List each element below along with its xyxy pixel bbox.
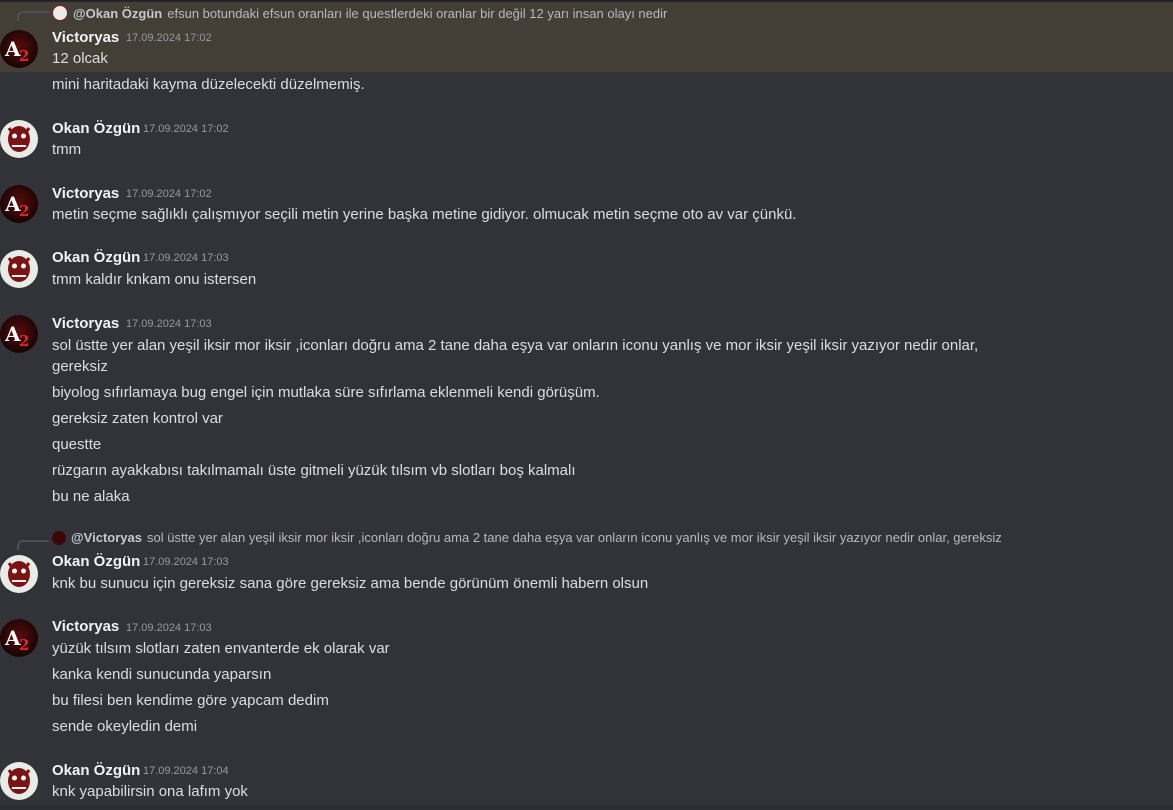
username[interactable]: Okan Özgün [52, 762, 140, 779]
message-line: tmm [52, 141, 82, 158]
a2-logo-avatar-icon[interactable]: A2 [0, 315, 38, 353]
username[interactable]: Victoryas [52, 618, 119, 635]
message-line: bu ne alaka [52, 488, 130, 505]
reply-text: sol üstte yer alan yeşil iksir mor iksir… [146, 530, 1002, 545]
message-line: biyolog sıfırlamaya bug engel için mutla… [52, 384, 600, 401]
message-line: sende okeyledin demi [52, 718, 198, 735]
a2-logo-avatar-icon[interactable]: A2 [0, 619, 38, 657]
svg-text:2: 2 [19, 636, 29, 654]
message-line: gereksiz zaten kontrol var [52, 410, 223, 427]
reply-preview[interactable]: @Victoryas sol üstte yer alan yeşil iksi… [52, 530, 1002, 545]
message-line: yüzük tılsım slotları zaten envanterde e… [52, 640, 390, 657]
message-line: gereksiz [52, 358, 108, 375]
timestamp: 17.09.2024 17:02 [126, 32, 212, 44]
reply-spine [17, 540, 49, 550]
reply-mention[interactable]: @Okan Özgün [73, 6, 162, 21]
okan-reply-avatar-icon [52, 5, 68, 21]
message-line: tmm kaldır knkam onu istersen [52, 271, 257, 288]
reply-preview[interactable]: @Okan Özgün efsun botundaki efsun oranla… [52, 5, 667, 21]
timestamp: 17.09.2024 17:02 [143, 123, 229, 135]
timestamp: 17.09.2024 17:04 [143, 765, 229, 777]
a2-logo-avatar-icon[interactable]: A2 [0, 30, 38, 68]
message-line: 12 olcak [52, 50, 108, 67]
message-line: mini haritadaki kayma düzelecekti düzelm… [52, 76, 365, 93]
timestamp: 17.09.2024 17:02 [126, 188, 212, 200]
svg-text:2: 2 [19, 202, 29, 220]
bottom-edge [0, 805, 1173, 810]
message-line: kanka kendi sunucunda yaparsın [52, 666, 272, 683]
message-line: rüzgarın ayakkabısı takılmamalı üste git… [52, 462, 576, 479]
message-line: metin seçme sağlıklı çalışmıyor seçili m… [52, 206, 797, 223]
message-line: questte [52, 436, 102, 453]
timestamp: 17.09.2024 17:03 [126, 622, 212, 634]
demon-mask-avatar-icon[interactable] [0, 555, 38, 593]
message-line: knk yapabilirsin ona lafım yok [52, 783, 248, 800]
username[interactable]: Victoryas [52, 29, 119, 46]
username[interactable]: Okan Özgün [52, 120, 140, 137]
demon-mask-avatar-icon[interactable] [0, 250, 38, 288]
victoryas-reply-avatar-icon [52, 530, 66, 545]
demon-mask-avatar-icon[interactable] [0, 762, 38, 800]
svg-text:2: 2 [19, 332, 29, 350]
message-line: bu filesi ben kendime göre yapcam dedim [52, 692, 329, 709]
username[interactable]: Victoryas [52, 315, 119, 332]
message-line: sol üstte yer alan yeşil iksir mor iksir… [52, 337, 979, 354]
username[interactable]: Victoryas [52, 185, 119, 202]
timestamp: 17.09.2024 17:03 [143, 556, 229, 568]
demon-mask-avatar-icon[interactable] [0, 120, 38, 158]
message-line: knk bu sunucu için gereksiz sana göre ge… [52, 575, 649, 592]
reply-text: efsun botundaki efsun oranları ile quest… [167, 5, 668, 21]
timestamp: 17.09.2024 17:03 [143, 252, 229, 264]
a2-logo-avatar-icon[interactable]: A2 [0, 185, 38, 223]
svg-text:2: 2 [19, 47, 29, 65]
reply-spine [17, 11, 49, 21]
timestamp: 17.09.2024 17:03 [126, 318, 212, 330]
username[interactable]: Okan Özgün [52, 249, 140, 266]
username[interactable]: Okan Özgün [52, 553, 140, 570]
reply-mention[interactable]: @Victoryas [71, 530, 142, 545]
